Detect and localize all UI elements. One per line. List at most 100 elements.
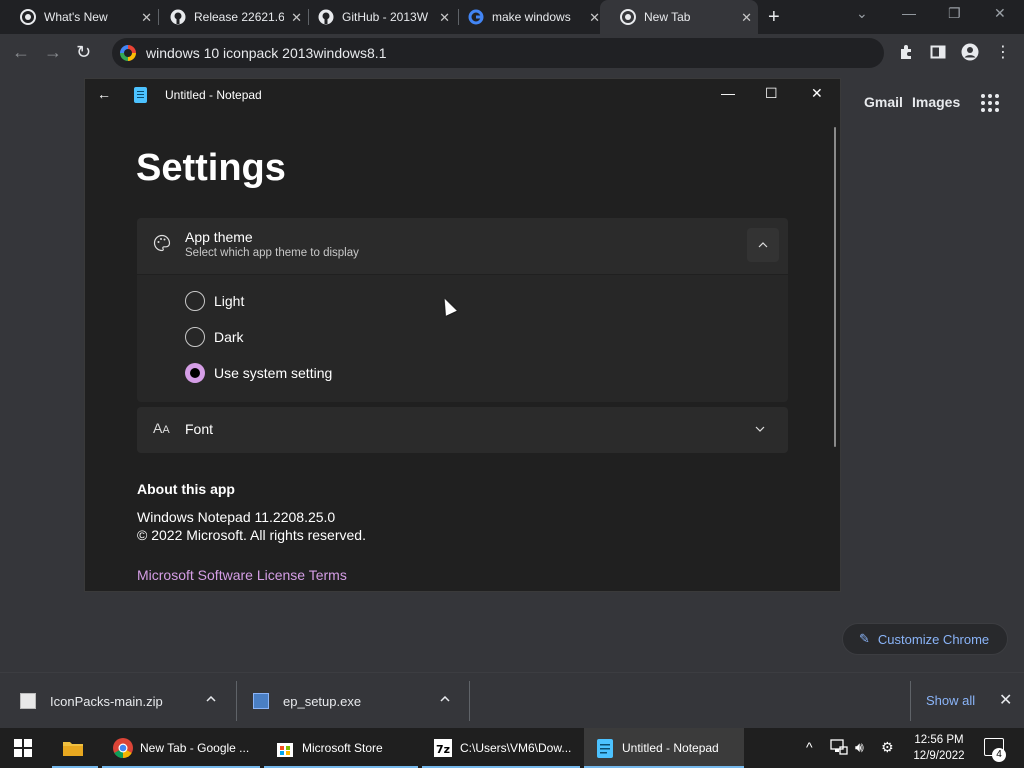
gmail-link[interactable]: Gmail xyxy=(864,94,903,110)
google-icon xyxy=(468,9,484,25)
palette-icon xyxy=(153,234,171,257)
exe-file-icon xyxy=(253,693,269,709)
address-bar[interactable]: windows 10 iconpack 2013windows8.1 xyxy=(112,38,884,68)
radio-button-selected[interactable] xyxy=(185,363,205,383)
pencil-icon: ✎ xyxy=(859,631,870,646)
reload-icon[interactable]: ↻ xyxy=(76,42,91,63)
chevron-up-icon[interactable] xyxy=(206,693,216,705)
tab-release[interactable]: Release 22621.6 ✕ xyxy=(150,0,308,34)
font-setting[interactable]: AA Font xyxy=(137,407,788,453)
option-label: Light xyxy=(214,293,245,309)
menu-icon[interactable]: ⋮ xyxy=(994,43,1012,61)
option-label: Dark xyxy=(214,329,244,345)
taskbar-label: C:\Users\VM6\Dow... xyxy=(460,741,572,755)
tab-label: make windows xyxy=(492,10,571,24)
google-apps-icon[interactable] xyxy=(981,94,999,112)
extensions-icon[interactable] xyxy=(897,43,915,61)
tab-label: New Tab xyxy=(644,10,691,24)
taskbar-file-explorer[interactable] xyxy=(52,728,98,768)
browser-tab-strip: What's New ✕ Release 22621.6 ✕ GitHub - … xyxy=(0,0,1024,34)
minimize-icon[interactable]: — xyxy=(721,85,735,101)
side-panel-icon[interactable] xyxy=(929,43,947,61)
download-filename: ep_setup.exe xyxy=(283,693,362,709)
font-icon: AA xyxy=(153,420,170,436)
notepad-icon xyxy=(594,737,616,759)
profile-icon[interactable] xyxy=(961,43,979,61)
divider xyxy=(469,681,470,721)
copyright: © 2022 Microsoft. All rights reserved. xyxy=(137,527,366,543)
taskbar-label: Microsoft Store xyxy=(302,741,383,755)
app-theme-subtitle: Select which app theme to display xyxy=(185,247,359,259)
tab-make-windows[interactable]: make windows ✕ xyxy=(448,0,606,34)
theme-option-dark[interactable]: Dark xyxy=(185,327,244,347)
settings-gear-icon[interactable]: ⚙ xyxy=(881,739,894,756)
close-icon[interactable]: ✕ xyxy=(811,85,823,102)
customize-label: Customize Chrome xyxy=(877,631,990,647)
customize-chrome-button[interactable]: ✎ Customize Chrome xyxy=(842,623,1008,655)
tab-label: What's New xyxy=(44,10,108,24)
taskbar-chrome[interactable]: New Tab - Google ... xyxy=(102,728,260,768)
tab-search-icon[interactable]: ⌄ xyxy=(856,5,868,22)
file-explorer-icon xyxy=(62,737,84,759)
license-link[interactable]: Microsoft Software License Terms xyxy=(137,567,347,583)
zip-file-icon xyxy=(20,693,36,709)
radio-button[interactable] xyxy=(185,327,205,347)
windows-start-icon[interactable] xyxy=(14,739,32,757)
tab-new-tab[interactable]: New Tab ✕ xyxy=(600,0,758,34)
date-label: 12/9/2022 xyxy=(913,750,965,762)
new-tab-button[interactable]: + xyxy=(768,6,780,29)
radio-button[interactable] xyxy=(185,291,205,311)
taskbar-label: New Tab - Google ... xyxy=(140,741,250,755)
notification-count-badge: 4 xyxy=(992,748,1006,762)
tab-github[interactable]: GitHub - 2013W ✕ xyxy=(298,0,456,34)
forward-icon[interactable]: → xyxy=(44,42,62,63)
theme-option-light[interactable]: Light xyxy=(185,291,244,311)
show-all-button[interactable]: Show all xyxy=(926,693,975,708)
downloads-bar: IconPacks-main.zip ep_setup.exe Show all… xyxy=(0,672,1024,728)
taskbar-store[interactable]: Microsoft Store xyxy=(264,728,418,768)
about-heading: About this app xyxy=(137,481,235,497)
taskbar-label: Untitled - Notepad xyxy=(622,741,719,755)
notepad-window: ← Untitled - Notepad — ☐ ✕ Settings App … xyxy=(84,78,841,592)
close-icon[interactable]: ✕ xyxy=(589,10,600,26)
google-icon xyxy=(120,45,136,61)
font-title: Font xyxy=(185,421,214,437)
window-title: Untitled - Notepad xyxy=(165,88,262,102)
images-link[interactable]: Images xyxy=(912,94,960,110)
taskbar-7zip[interactable]: 7z C:\Users\VM6\Dow... xyxy=(422,728,580,768)
close-icon[interactable]: ✕ xyxy=(994,5,1006,22)
chevron-up-icon[interactable] xyxy=(440,693,450,705)
svg-text:7z: 7z xyxy=(436,743,450,756)
divider xyxy=(910,681,911,721)
chevron-up-icon[interactable] xyxy=(747,228,779,262)
tab-whats-new[interactable]: What's New ✕ xyxy=(0,0,158,34)
restore-icon[interactable]: ❐ xyxy=(948,5,961,22)
chrome-icon xyxy=(620,9,636,25)
tab-label: GitHub - 2013W xyxy=(342,10,429,24)
7zip-icon: 7z xyxy=(432,737,454,759)
page-title: Settings xyxy=(136,147,286,189)
volume-icon[interactable]: 🔊︎ xyxy=(855,739,864,756)
download-item[interactable]: IconPacks-main.zip xyxy=(20,673,163,729)
close-icon[interactable]: ✕ xyxy=(741,10,752,26)
maximize-icon[interactable]: ☐ xyxy=(765,85,778,102)
minimize-icon[interactable]: — xyxy=(902,5,916,21)
theme-option-system[interactable]: Use system setting xyxy=(185,363,332,383)
scrollbar[interactable] xyxy=(834,127,836,447)
github-icon xyxy=(170,9,186,25)
app-version: Windows Notepad 11.2208.25.0 xyxy=(137,509,336,525)
back-arrow-icon[interactable]: ← xyxy=(97,86,111,102)
app-theme-header[interactable]: App theme Select which app theme to disp… xyxy=(137,218,788,274)
back-icon[interactable]: ← xyxy=(12,42,30,63)
chevron-up-icon[interactable]: ^ xyxy=(806,739,813,755)
chevron-down-icon[interactable] xyxy=(755,421,765,435)
taskbar-notepad[interactable]: Untitled - Notepad xyxy=(584,728,744,768)
chrome-icon xyxy=(20,9,36,25)
download-filename: IconPacks-main.zip xyxy=(50,693,163,709)
time-label: 12:56 PM xyxy=(914,734,964,746)
close-icon[interactable]: ✕ xyxy=(999,690,1012,710)
network-icon[interactable] xyxy=(830,739,848,758)
system-clock[interactable]: 12:56 PM 12/9/2022 xyxy=(902,732,976,764)
taskbar: New Tab - Google ... Microsoft Store 7z … xyxy=(0,728,1024,768)
download-item[interactable]: ep_setup.exe xyxy=(253,673,361,729)
